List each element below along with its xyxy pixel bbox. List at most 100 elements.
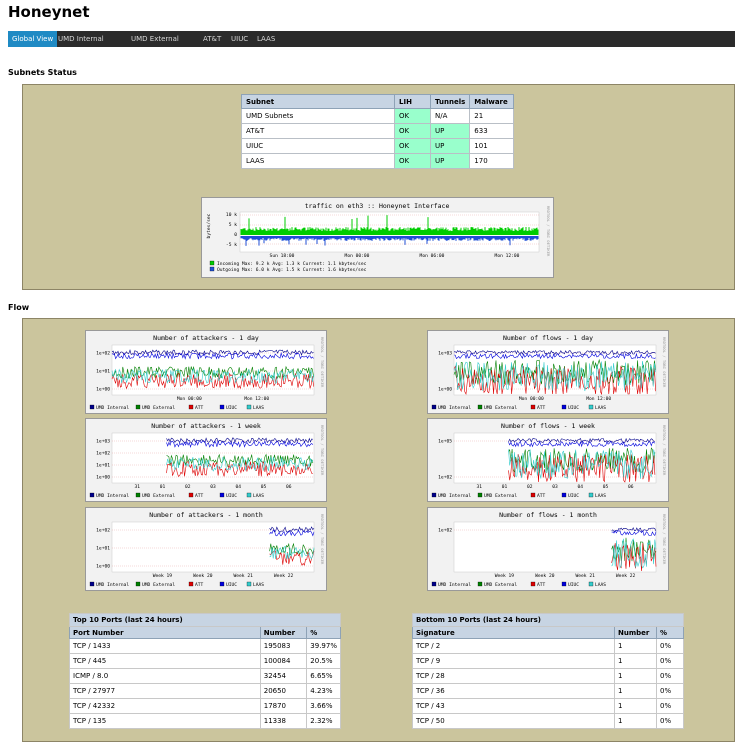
flow-graph-title: Number of flows - 1 day <box>503 334 593 342</box>
port-cell: TCP / 50 <box>412 713 615 729</box>
flow-xtick: 02 <box>185 484 191 490</box>
col-subnet: Subnet <box>241 94 395 109</box>
legend-label: LAAS <box>595 405 606 411</box>
table-row: TCP / 445 100084 20.5% <box>69 653 341 669</box>
flow-xtick: Mon 12:00 <box>244 396 269 402</box>
graph-side-label: RRDTOOL / TOBI OETIKER <box>320 337 325 388</box>
tunnel-status: UP <box>429 123 471 139</box>
percent-cell: 20.5% <box>306 653 341 669</box>
flow-ytick: 1e+00 <box>96 564 110 570</box>
port-cell: TCP / 43 <box>412 698 615 714</box>
col-percent: % <box>656 626 684 639</box>
legend-label: ATT <box>195 405 204 411</box>
traffic-xtick: Mon 06:00 <box>420 253 445 259</box>
flow-xtick: 01 <box>160 484 166 490</box>
tab-laas[interactable]: LAAS <box>253 31 279 47</box>
flow-graph-title: Number of flows - 1 week <box>501 422 595 430</box>
legend-label: UIUC <box>568 582 579 588</box>
section-subnets-status: Subnets Status <box>8 68 77 77</box>
tab-uiuc[interactable]: UIUC <box>227 31 252 47</box>
flow-xtick: 04 <box>235 484 241 490</box>
bottom-ports-caption: Bottom 10 Ports (last 24 hours) <box>412 613 684 627</box>
legend-label: UIUC <box>226 493 237 499</box>
tab-umd-external[interactable]: UMD External <box>127 31 183 47</box>
legend-swatch <box>246 492 252 498</box>
table-header-row: Signature Number % <box>412 626 684 639</box>
traffic-ytick: 10 k <box>226 212 237 218</box>
port-cell: TCP / 27977 <box>69 683 261 699</box>
table-row: TCP / 28 1 0% <box>412 668 684 684</box>
incoming-swatch <box>209 260 215 266</box>
bottom-ports-table: Bottom 10 Ports (last 24 hours) Signatur… <box>412 613 684 729</box>
tab-global-view[interactable]: Global View <box>8 31 58 47</box>
flow-graph-title: Number of flows - 1 month <box>499 511 597 519</box>
traffic-ytick: 0 <box>234 232 237 238</box>
traffic-xtick: Mon 00:00 <box>345 253 370 259</box>
lih-status: OK <box>394 138 431 154</box>
col-percent: % <box>306 626 341 639</box>
legend-label: ATT <box>195 493 204 499</box>
flow-xtick: 31 <box>476 484 482 490</box>
col-number: Number <box>614 626 657 639</box>
flow-ytick: 1e+03 <box>96 439 110 445</box>
port-cell: TCP / 445 <box>69 653 261 669</box>
percent-cell: 6.65% <box>306 668 341 684</box>
number-cell: 20650 <box>259 683 308 699</box>
flow-xtick: Week 21 <box>234 573 254 579</box>
flow-graph: Number of flows - 1 month RRDTOOL / TOBI … <box>427 507 669 591</box>
table-row: TCP / 36 1 0% <box>412 683 684 699</box>
number-cell: 1 <box>614 698 657 714</box>
traffic-graph-side: RRDTOOL / TOBI OETIKER <box>546 206 551 257</box>
flow-ytick: 1e+02 <box>438 528 452 534</box>
legend-label: LAAS <box>253 582 264 588</box>
flow-xtick: 02 <box>527 484 533 490</box>
lih-status: OK <box>394 153 431 169</box>
flow-xtick: 03 <box>552 484 558 490</box>
legend-swatch <box>431 492 437 498</box>
tunnel-status: N/A <box>429 108 471 124</box>
traffic-ytick: 5 k <box>229 222 238 228</box>
number-cell: 100084 <box>259 653 308 669</box>
percent-cell: 4.23% <box>306 683 341 699</box>
traffic-graph-ylabel: bytes/sec <box>206 213 212 238</box>
col-signature: Signature <box>412 626 615 639</box>
tab-att[interactable]: AT&T <box>199 31 225 47</box>
table-header-row: Subnet LIH Tunnels Malware <box>241 94 514 109</box>
traffic-graph: traffic on eth3 :: Honeynet Interface by… <box>201 197 554 278</box>
legend-swatch <box>530 581 536 587</box>
table-row: TCP / 42332 17870 3.66% <box>69 698 341 714</box>
legend-swatch <box>135 404 141 410</box>
subnet-name: UMD Subnets <box>241 108 395 124</box>
flow-xtick: 05 <box>603 484 609 490</box>
lih-status: OK <box>394 108 431 124</box>
legend-label: LAAS <box>595 493 606 499</box>
flow-ytick: 1e+02 <box>96 451 110 457</box>
table-header-row: Port Number Number % <box>69 626 341 639</box>
port-cell: TCP / 2 <box>412 638 615 654</box>
graph-side-label: RRDTOOL / TOBI OETIKER <box>662 514 667 565</box>
percent-cell: 0% <box>656 698 684 714</box>
legend-swatch <box>588 404 594 410</box>
flow-ytick: 1e+02 <box>438 475 452 481</box>
legend-swatch <box>135 581 141 587</box>
col-malware: Malware <box>469 94 514 109</box>
traffic-legend-incoming: Incoming Max: 9.2 k Avg: 1.3 k Current: … <box>217 261 367 267</box>
table-row: AT&T OK UP 633 <box>241 123 514 139</box>
flow-graph-title: Number of attackers - 1 month <box>149 511 263 519</box>
flow-ytick: 1e+03 <box>438 351 452 357</box>
percent-cell: 0% <box>656 713 684 729</box>
malware-count: 21 <box>469 108 514 124</box>
legend-label: UIUC <box>568 405 579 411</box>
tab-umd-internal[interactable]: UMD Internal <box>54 31 108 47</box>
col-port-number: Port Number <box>69 626 261 639</box>
flow-xtick: 03 <box>210 484 216 490</box>
col-tunnels: Tunnels <box>429 94 471 109</box>
percent-cell: 3.66% <box>306 698 341 714</box>
legend-label: UMD External <box>484 493 517 499</box>
legend-label: LAAS <box>595 582 606 588</box>
port-cell: TCP / 28 <box>412 668 615 684</box>
flow-graph: Number of flows - 1 day RRDTOOL / TOBI OE… <box>427 330 669 414</box>
table-row: TCP / 50 1 0% <box>412 713 684 729</box>
legend-swatch <box>477 404 483 410</box>
table-row: TCP / 1433 195083 39.97% <box>69 638 341 654</box>
